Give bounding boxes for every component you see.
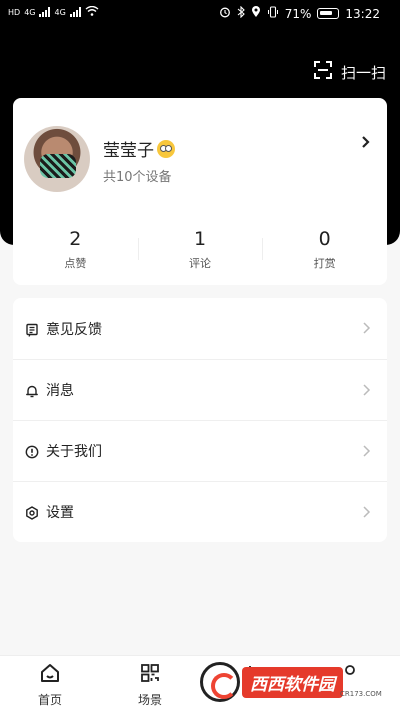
battery-percent: 71%	[284, 6, 312, 21]
home-icon	[39, 662, 61, 688]
flushed-face-emoji-icon	[157, 139, 175, 158]
watermark-subtext: CR173.COM	[340, 690, 382, 698]
hd-badge: HD	[8, 7, 21, 17]
status-right: 71% 13:22	[219, 5, 380, 21]
network-type: 4G	[24, 7, 36, 17]
menu-label: 意见反馈	[46, 321, 102, 338]
vibrate-icon	[267, 6, 279, 21]
user-name[interactable]: 莹莹子	[103, 136, 175, 161]
watermark: 西西软件园 CR173.COM	[200, 660, 385, 704]
grid-icon	[139, 662, 161, 688]
scan-label: 扫一扫	[340, 63, 386, 82]
scan-button[interactable]: 扫一扫	[313, 60, 386, 84]
info-icon	[25, 444, 39, 459]
menu-item-settings[interactable]: 设置	[13, 481, 387, 542]
stat-likes-label: 点赞	[64, 257, 87, 270]
stat-tips-label: 打赏	[313, 257, 336, 270]
battery-icon	[317, 8, 340, 19]
signal-icon	[39, 7, 51, 17]
feedback-icon	[25, 322, 39, 337]
avatar-mask	[40, 154, 76, 178]
stat-likes-value: 2	[69, 228, 82, 250]
status-left: HD 4G 4G	[8, 5, 99, 18]
bell-icon	[25, 383, 39, 398]
menu-label: 设置	[46, 505, 74, 521]
menu-item-messages[interactable]: 消息	[13, 359, 387, 420]
stat-comments-value: 1	[193, 228, 207, 250]
chevron-right-icon	[362, 382, 371, 396]
menu-label: 消息	[46, 383, 74, 399]
watermark-logo-icon	[200, 662, 240, 702]
signal-icon-2	[69, 7, 81, 17]
alarm-icon	[219, 6, 231, 21]
scan-icon	[313, 60, 333, 84]
stats-row: 2 点赞 1 评论 0 打赏	[13, 226, 387, 276]
tab-home-label: 首页	[37, 693, 62, 707]
watermark-text: 西西软件园	[242, 666, 343, 698]
stat-likes[interactable]: 2 点赞	[13, 226, 138, 276]
avatar[interactable]	[24, 126, 90, 192]
location-icon	[251, 6, 261, 21]
tab-scenes-label: 场景	[137, 693, 162, 707]
chevron-right-icon	[362, 320, 371, 334]
chevron-right-icon	[362, 504, 371, 518]
chevron-right-icon[interactable]	[359, 134, 373, 148]
user-name-text: 莹莹子	[103, 141, 154, 161]
stat-tips-value: 0	[318, 228, 331, 250]
status-bar: HD 4G 4G 71% 13:22	[0, 0, 400, 28]
menu-card: 意见反馈 消息 关于我们 设置	[13, 298, 387, 542]
menu-label: 关于我们	[46, 444, 102, 460]
device-count: 共10个设备	[103, 170, 172, 185]
bluetooth-icon	[237, 5, 245, 21]
chevron-right-icon	[362, 443, 371, 457]
profile-card: 莹莹子 共10个设备 2 点赞 1 评论 0 打赏	[13, 98, 387, 285]
network-type-2: 4G	[54, 7, 66, 17]
stat-comments-label: 评论	[189, 257, 211, 270]
clock: 13:22	[345, 6, 380, 21]
tab-scenes[interactable]: 场景	[100, 656, 200, 710]
menu-item-about[interactable]: 关于我们	[13, 420, 387, 481]
menu-item-feedback[interactable]: 意见反馈	[13, 298, 387, 359]
stat-comments[interactable]: 1 评论	[137, 226, 263, 276]
settings-icon	[25, 505, 39, 520]
stat-tips[interactable]: 0 打赏	[262, 226, 387, 276]
tab-home[interactable]: 首页	[0, 656, 100, 710]
wifi-icon	[85, 5, 99, 18]
